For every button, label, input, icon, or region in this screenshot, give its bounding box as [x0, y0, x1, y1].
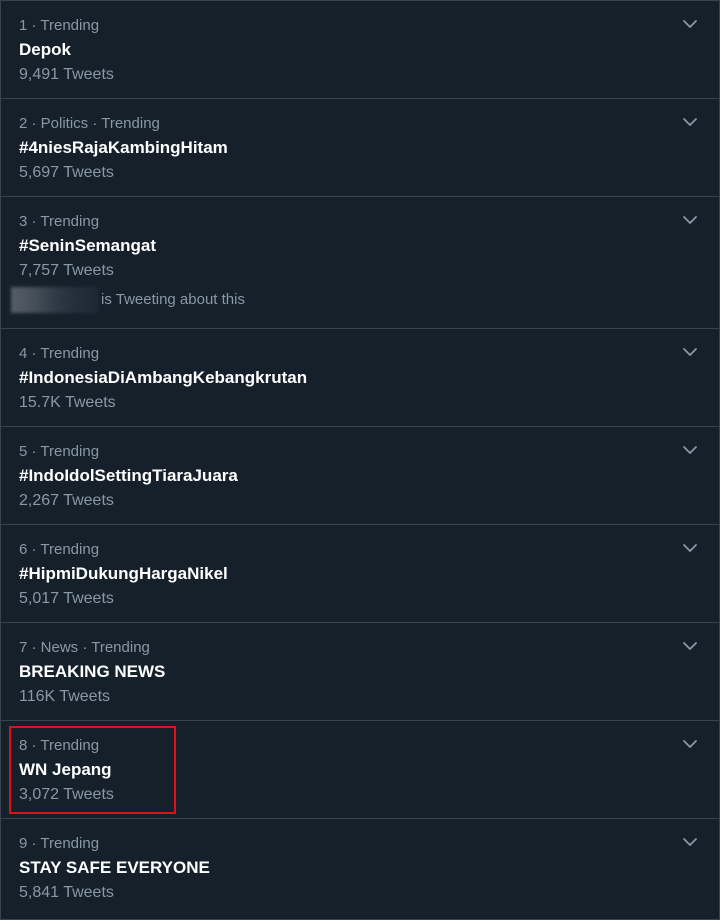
trend-meta: 9 · Trending: [19, 835, 100, 852]
trend-tweet-count: 3,072 Tweets: [19, 786, 114, 803]
trend-tweet-count: 2,267 Tweets: [19, 492, 114, 509]
trend-item-1[interactable]: 1 · Trending Depok 9,491 Tweets: [1, 1, 719, 99]
trends-list: 1 · Trending Depok 9,491 Tweets 2 · Poli…: [0, 0, 720, 920]
trend-tweet-count: 5,017 Tweets: [19, 590, 114, 607]
trend-meta: 1 · Trending: [19, 17, 100, 34]
trend-tweet-count: 5,841 Tweets: [19, 884, 114, 901]
chevron-down-icon[interactable]: [681, 441, 699, 459]
trend-meta: 2 · Politics · Trending: [19, 115, 160, 132]
trend-item-5[interactable]: 5 · Trending #IndoIdolSettingTiaraJuara …: [1, 427, 719, 525]
trend-name[interactable]: #4niesRajaKambingHitam: [19, 138, 719, 158]
chevron-down-icon[interactable]: [681, 735, 699, 753]
chevron-down-icon[interactable]: [681, 833, 699, 851]
trend-tweet-count: 116K Tweets: [19, 688, 111, 705]
trend-name[interactable]: BREAKING NEWS: [19, 662, 719, 682]
trend-name[interactable]: STAY SAFE EVERYONE: [19, 858, 719, 878]
blurred-avatar: [11, 287, 99, 313]
trend-item-4[interactable]: 4 · Trending #IndonesiaDiAmbangKebangkru…: [1, 329, 719, 427]
trend-item-3[interactable]: 3 · Trending #SeninSemangat 7,757 Tweets…: [1, 197, 719, 329]
trend-name[interactable]: #SeninSemangat: [19, 236, 719, 256]
trend-name[interactable]: #IndoIdolSettingTiaraJuara: [19, 466, 719, 486]
trend-name[interactable]: #IndonesiaDiAmbangKebangkrutan: [19, 368, 719, 388]
tweeting-about-label: is Tweeting about this: [101, 291, 245, 308]
trend-meta: 7 · News · Trending: [19, 639, 150, 656]
trend-tweet-count: 9,491 Tweets: [19, 66, 114, 83]
trend-tweet-count: 7,757 Tweets: [19, 262, 114, 279]
chevron-down-icon[interactable]: [681, 539, 699, 557]
tweeting-about-row: is Tweeting about this: [11, 287, 719, 313]
trend-item-7[interactable]: 7 · News · Trending BREAKING NEWS 116K T…: [1, 623, 719, 721]
trend-item-8[interactable]: 8 · Trending WN Jepang 3,072 Tweets: [1, 721, 719, 819]
trend-meta: 3 · Trending: [19, 213, 100, 230]
chevron-down-icon[interactable]: [681, 15, 699, 33]
trend-item-6[interactable]: 6 · Trending #HipmiDukungHargaNikel 5,01…: [1, 525, 719, 623]
trend-item-2[interactable]: 2 · Politics · Trending #4niesRajaKambin…: [1, 99, 719, 197]
chevron-down-icon[interactable]: [681, 343, 699, 361]
trend-meta: 5 · Trending: [19, 443, 100, 460]
chevron-down-icon[interactable]: [681, 113, 699, 131]
trend-tweet-count: 15.7K Tweets: [19, 394, 116, 411]
trend-tweet-count: 5,697 Tweets: [19, 164, 114, 181]
trend-item-9[interactable]: 9 · Trending STAY SAFE EVERYONE 5,841 Tw…: [1, 819, 719, 917]
trend-name[interactable]: #HipmiDukungHargaNikel: [19, 564, 719, 584]
trend-meta: 6 · Trending: [19, 541, 100, 558]
trend-name[interactable]: WN Jepang: [19, 760, 719, 780]
trend-meta: 4 · Trending: [19, 345, 100, 362]
trend-name[interactable]: Depok: [19, 40, 719, 60]
trend-meta: 8 · Trending: [19, 737, 100, 754]
chevron-down-icon[interactable]: [681, 637, 699, 655]
chevron-down-icon[interactable]: [681, 211, 699, 229]
